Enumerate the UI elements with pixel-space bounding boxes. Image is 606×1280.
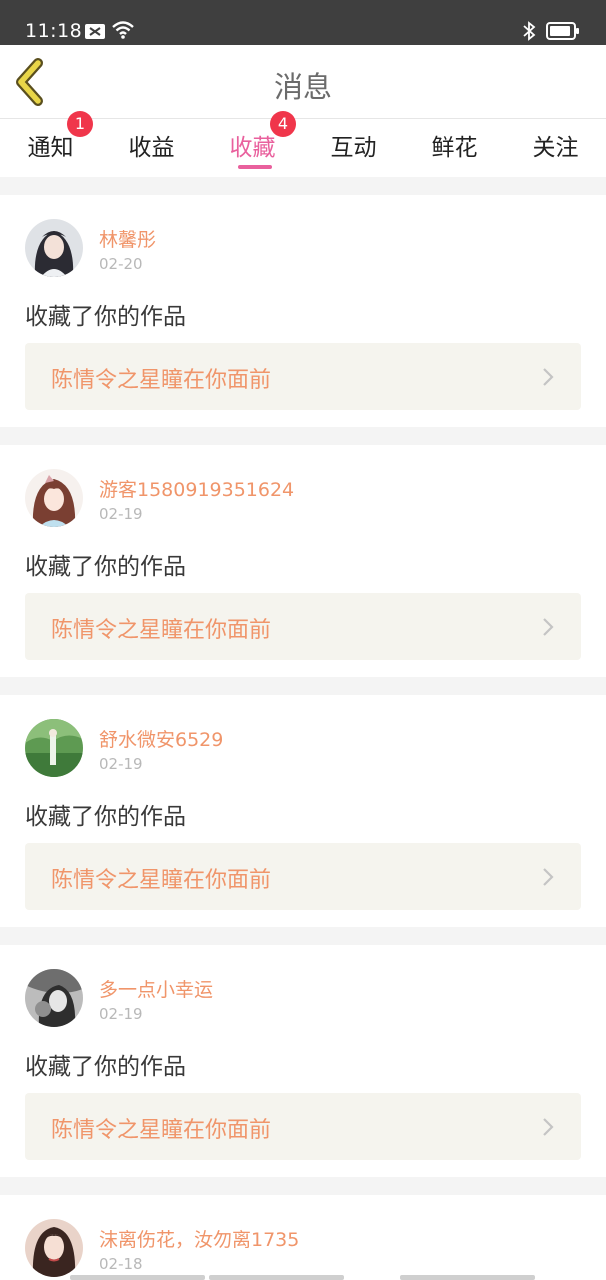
tab-flowers[interactable]: 鲜花 bbox=[404, 119, 505, 177]
user-avatar[interactable] bbox=[25, 719, 83, 777]
chevron-right-icon bbox=[543, 1118, 554, 1136]
user-avatar[interactable] bbox=[25, 219, 83, 277]
work-link[interactable]: 陈情令之星瞳在你面前 bbox=[25, 1093, 581, 1160]
tab-label: 收益 bbox=[128, 135, 175, 161]
user-avatar[interactable] bbox=[25, 969, 83, 1027]
work-link[interactable]: 陈情令之星瞳在你面前 bbox=[25, 343, 581, 410]
action-text: 收藏了你的作品 bbox=[25, 1054, 186, 1080]
tab-label: 鲜花 bbox=[431, 135, 478, 161]
tab-interactions[interactable]: 互动 bbox=[303, 119, 404, 177]
username[interactable]: 舒水微安6529 bbox=[99, 725, 223, 752]
status-time: 11:18 bbox=[25, 20, 83, 42]
chevron-right-icon bbox=[543, 868, 554, 886]
work-title: 陈情令之星瞳在你面前 bbox=[51, 368, 272, 393]
username[interactable]: 沫离伤花，汝勿离1735 bbox=[99, 1225, 299, 1252]
work-title: 陈情令之星瞳在你面前 bbox=[51, 868, 272, 893]
tab-badge: 4 bbox=[270, 111, 296, 137]
work-title: 陈情令之星瞳在你面前 bbox=[51, 1118, 272, 1143]
user-avatar[interactable] bbox=[25, 1219, 83, 1277]
scroll-indicator bbox=[209, 1275, 344, 1280]
scroll-indicator bbox=[70, 1275, 205, 1280]
tab-badge: 1 bbox=[67, 111, 93, 137]
tab-follows[interactable]: 关注 bbox=[505, 119, 606, 177]
message-date: 02-19 bbox=[99, 505, 143, 523]
wifi-icon bbox=[111, 20, 135, 44]
active-tab-indicator bbox=[238, 165, 272, 169]
page-title: 消息 bbox=[273, 70, 332, 104]
tab-label: 关注 bbox=[532, 135, 579, 161]
message-card: 林馨彤 02-20 收藏了你的作品 陈情令之星瞳在你面前 bbox=[0, 195, 606, 427]
message-date: 02-19 bbox=[99, 1005, 143, 1023]
message-date: 02-19 bbox=[99, 755, 143, 773]
bluetooth-icon bbox=[522, 21, 536, 45]
user-avatar[interactable] bbox=[25, 469, 83, 527]
action-text: 收藏了你的作品 bbox=[25, 554, 186, 580]
message-card: 游客1580919351624 02-19 收藏了你的作品 陈情令之星瞳在你面前 bbox=[0, 445, 606, 677]
work-title: 陈情令之星瞳在你面前 bbox=[51, 618, 272, 643]
tab-favorites[interactable]: 收藏 4 bbox=[202, 111, 303, 177]
message-date: 02-18 bbox=[99, 1255, 143, 1273]
message-card: 多一点小幸运 02-19 收藏了你的作品 陈情令之星瞳在你面前 bbox=[0, 945, 606, 1177]
header-bar: 消息 bbox=[0, 45, 606, 119]
username[interactable]: 游客1580919351624 bbox=[99, 475, 294, 502]
username[interactable]: 林馨彤 bbox=[99, 225, 156, 252]
message-date: 02-20 bbox=[99, 255, 143, 273]
chevron-right-icon bbox=[543, 618, 554, 636]
action-text: 收藏了你的作品 bbox=[25, 304, 186, 330]
chevron-right-icon bbox=[543, 368, 554, 386]
tab-notifications[interactable]: 通知 1 bbox=[0, 111, 101, 177]
status-bar: 11:18 bbox=[0, 0, 606, 45]
scroll-indicator bbox=[400, 1275, 535, 1280]
message-notification-icon bbox=[85, 24, 105, 43]
tab-earnings[interactable]: 收益 bbox=[101, 119, 202, 177]
tab-bar: 通知 1 收益 收藏 4 互动 鲜花 关注 bbox=[0, 111, 606, 177]
username[interactable]: 多一点小幸运 bbox=[99, 975, 213, 1002]
message-card: 舒水微安6529 02-19 收藏了你的作品 陈情令之星瞳在你面前 bbox=[0, 695, 606, 927]
tab-label: 互动 bbox=[330, 135, 377, 161]
action-text: 收藏了你的作品 bbox=[25, 804, 186, 830]
battery-icon bbox=[546, 22, 580, 44]
work-link[interactable]: 陈情令之星瞳在你面前 bbox=[25, 593, 581, 660]
work-link[interactable]: 陈情令之星瞳在你面前 bbox=[25, 843, 581, 910]
message-card: 沫离伤花，汝勿离1735 02-18 bbox=[0, 1195, 606, 1280]
